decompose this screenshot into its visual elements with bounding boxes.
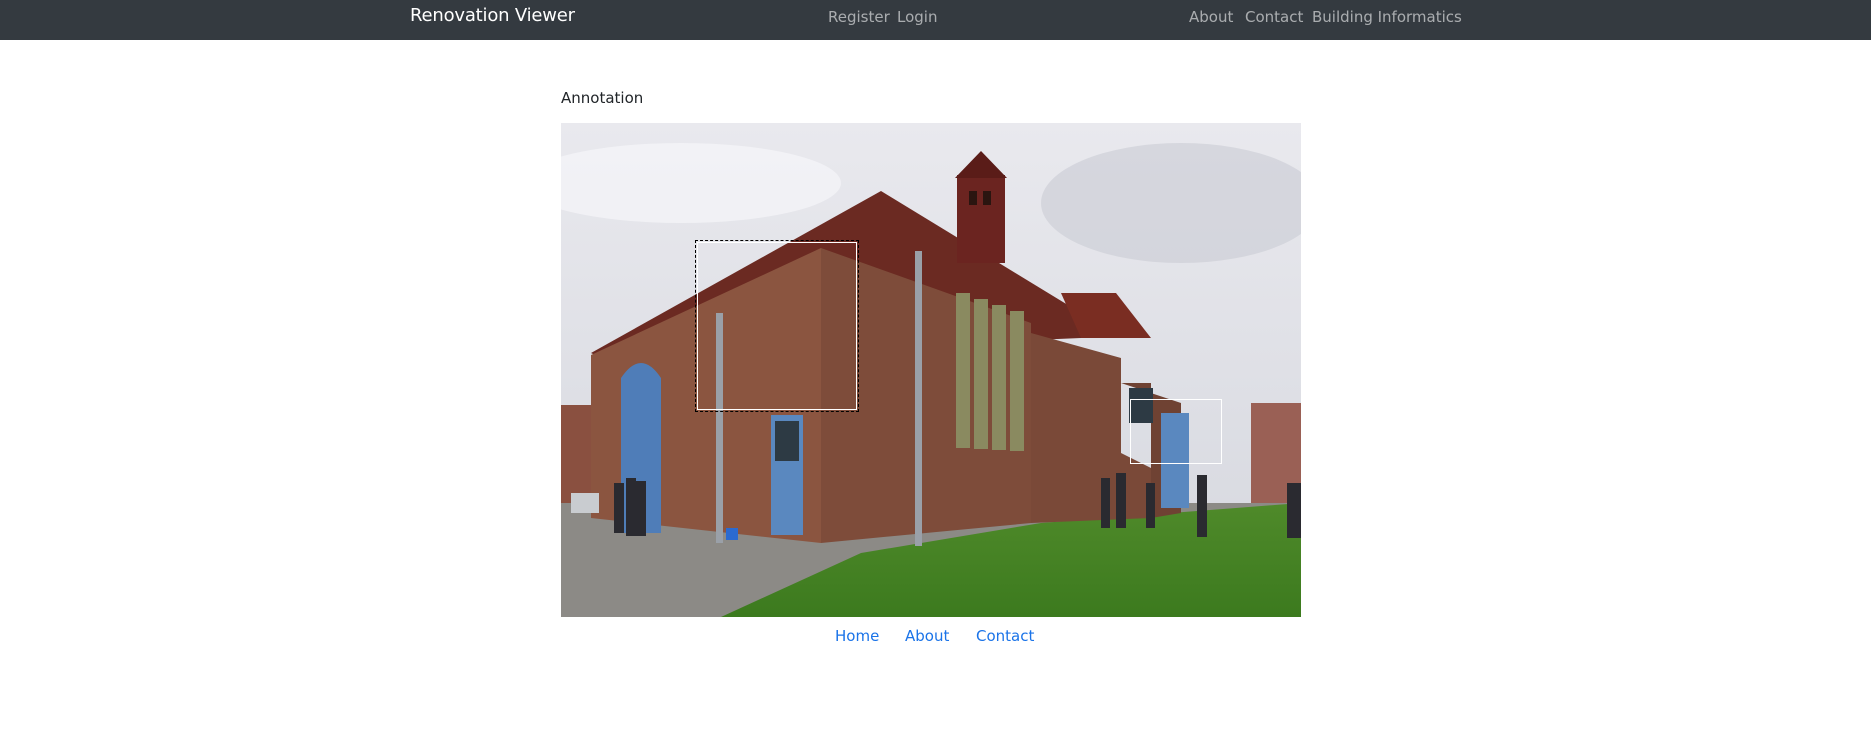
building-informatics-link[interactable]: Building Informatics	[1312, 8, 1462, 26]
annotation-box-solid[interactable]	[1130, 399, 1222, 464]
brand-link[interactable]: Renovation Viewer	[410, 5, 575, 26]
footer-about-link[interactable]: About	[905, 627, 949, 645]
footer-home-link[interactable]: Home	[835, 627, 879, 645]
about-nav-link[interactable]: About	[1189, 8, 1233, 26]
register-link[interactable]: Register	[828, 8, 890, 26]
annotation-image[interactable]	[561, 123, 1301, 617]
contact-nav-link[interactable]: Contact	[1245, 8, 1303, 26]
footer-contact-link[interactable]: Contact	[976, 627, 1034, 645]
page-heading: Annotation	[561, 89, 644, 107]
church-photo	[561, 123, 1301, 617]
login-link[interactable]: Login	[897, 8, 937, 26]
annotation-box-dashed[interactable]	[695, 240, 859, 412]
top-navbar: Renovation Viewer Register Login About C…	[0, 0, 1871, 40]
